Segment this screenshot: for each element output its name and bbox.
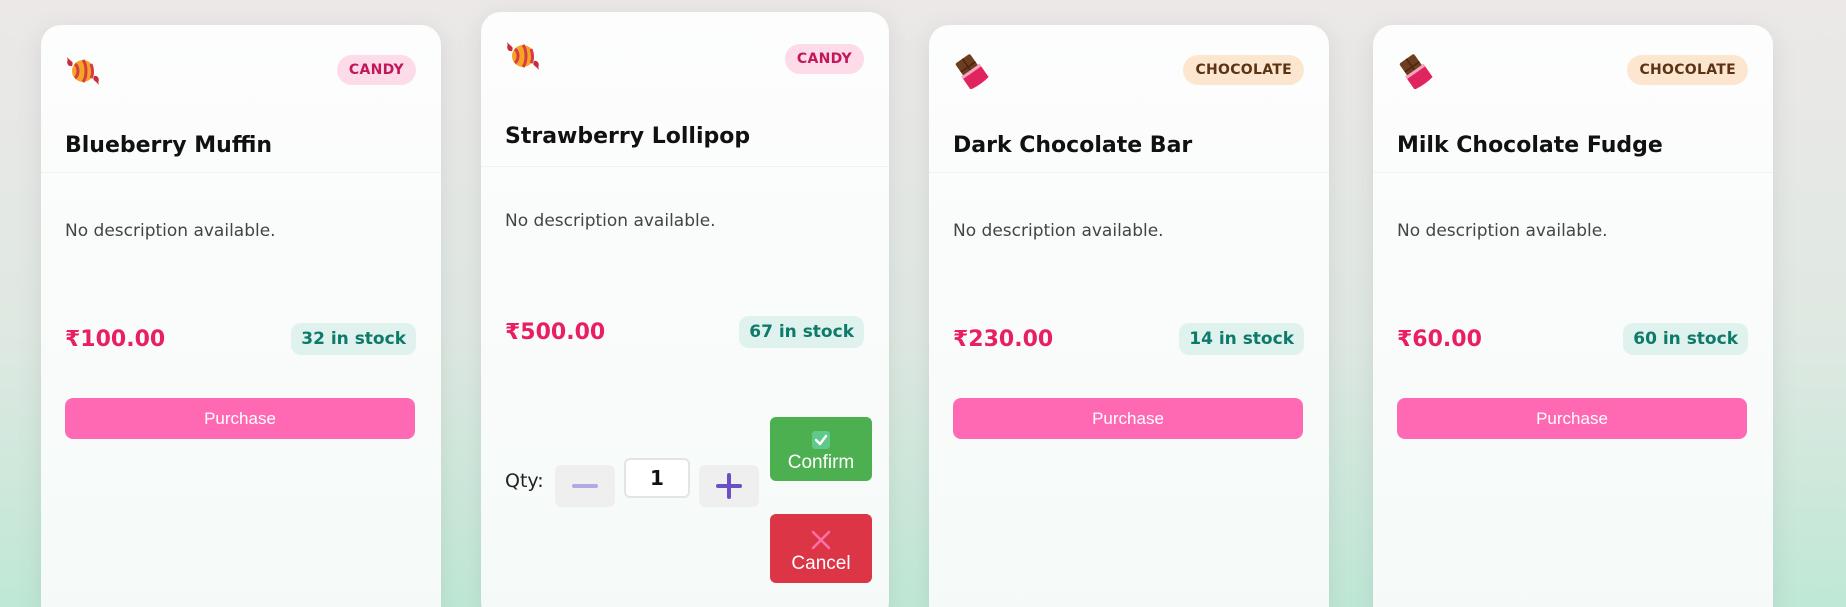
quantity-label: Qty: xyxy=(505,470,544,492)
product-card: CANDY Strawberry Lollipop No description… xyxy=(481,12,889,607)
stock-badge: 32 in stock xyxy=(291,323,416,355)
product-price: ₹500.00 xyxy=(505,320,606,345)
product-description: No description available. xyxy=(65,221,276,241)
chocolate-bar-icon xyxy=(1397,53,1433,89)
purchase-button[interactable]: Purchase xyxy=(1397,398,1747,439)
product-name: Strawberry Lollipop xyxy=(505,124,751,149)
increase-quantity-button[interactable] xyxy=(699,465,759,507)
cancel-label: Cancel xyxy=(791,552,851,574)
card-header: CANDY Blueberry Muffin xyxy=(41,25,441,173)
product-description: No description available. xyxy=(505,211,716,231)
stock-badge: 14 in stock xyxy=(1179,323,1304,355)
product-card: CHOCOLATE Dark Chocolate Bar No descript… xyxy=(929,25,1329,607)
stock-badge: 60 in stock xyxy=(1623,323,1748,355)
product-name: Milk Chocolate Fudge xyxy=(1397,133,1663,158)
category-badge: CANDY xyxy=(336,55,416,85)
close-icon xyxy=(811,530,831,549)
plus-icon xyxy=(716,473,742,499)
decrease-quantity-button[interactable] xyxy=(555,465,615,507)
purchase-button[interactable]: Purchase xyxy=(65,398,415,439)
product-name: Blueberry Muffin xyxy=(65,133,273,158)
product-name: Dark Chocolate Bar xyxy=(953,133,1193,158)
chocolate-bar-icon xyxy=(953,53,989,89)
category-badge: CANDY xyxy=(784,44,864,74)
quantity-input[interactable] xyxy=(624,458,690,498)
purchase-button[interactable]: Purchase xyxy=(953,398,1303,439)
card-header: CANDY Strawberry Lollipop xyxy=(481,12,889,167)
product-price: ₹230.00 xyxy=(953,327,1054,352)
product-price: ₹100.00 xyxy=(65,327,166,352)
stock-badge: 67 in stock xyxy=(739,316,864,348)
category-badge: CHOCOLATE xyxy=(1627,55,1748,85)
candy-icon xyxy=(505,38,541,74)
product-description: No description available. xyxy=(1397,221,1608,241)
candy-icon xyxy=(65,53,101,89)
confirm-label: Confirm xyxy=(787,452,855,473)
minus-icon xyxy=(572,484,598,488)
cancel-button[interactable]: Cancel xyxy=(770,514,872,583)
category-badge: CHOCOLATE xyxy=(1183,55,1304,85)
check-icon xyxy=(812,431,830,449)
product-card: CANDY Blueberry Muffin No description av… xyxy=(41,25,441,607)
card-header: CHOCOLATE Milk Chocolate Fudge xyxy=(1373,25,1773,173)
product-card: CHOCOLATE Milk Chocolate Fudge No descri… xyxy=(1373,25,1773,607)
card-header: CHOCOLATE Dark Chocolate Bar xyxy=(929,25,1329,173)
confirm-button[interactable]: Confirm xyxy=(770,417,872,481)
product-description: No description available. xyxy=(953,221,1164,241)
product-price: ₹60.00 xyxy=(1397,327,1482,352)
